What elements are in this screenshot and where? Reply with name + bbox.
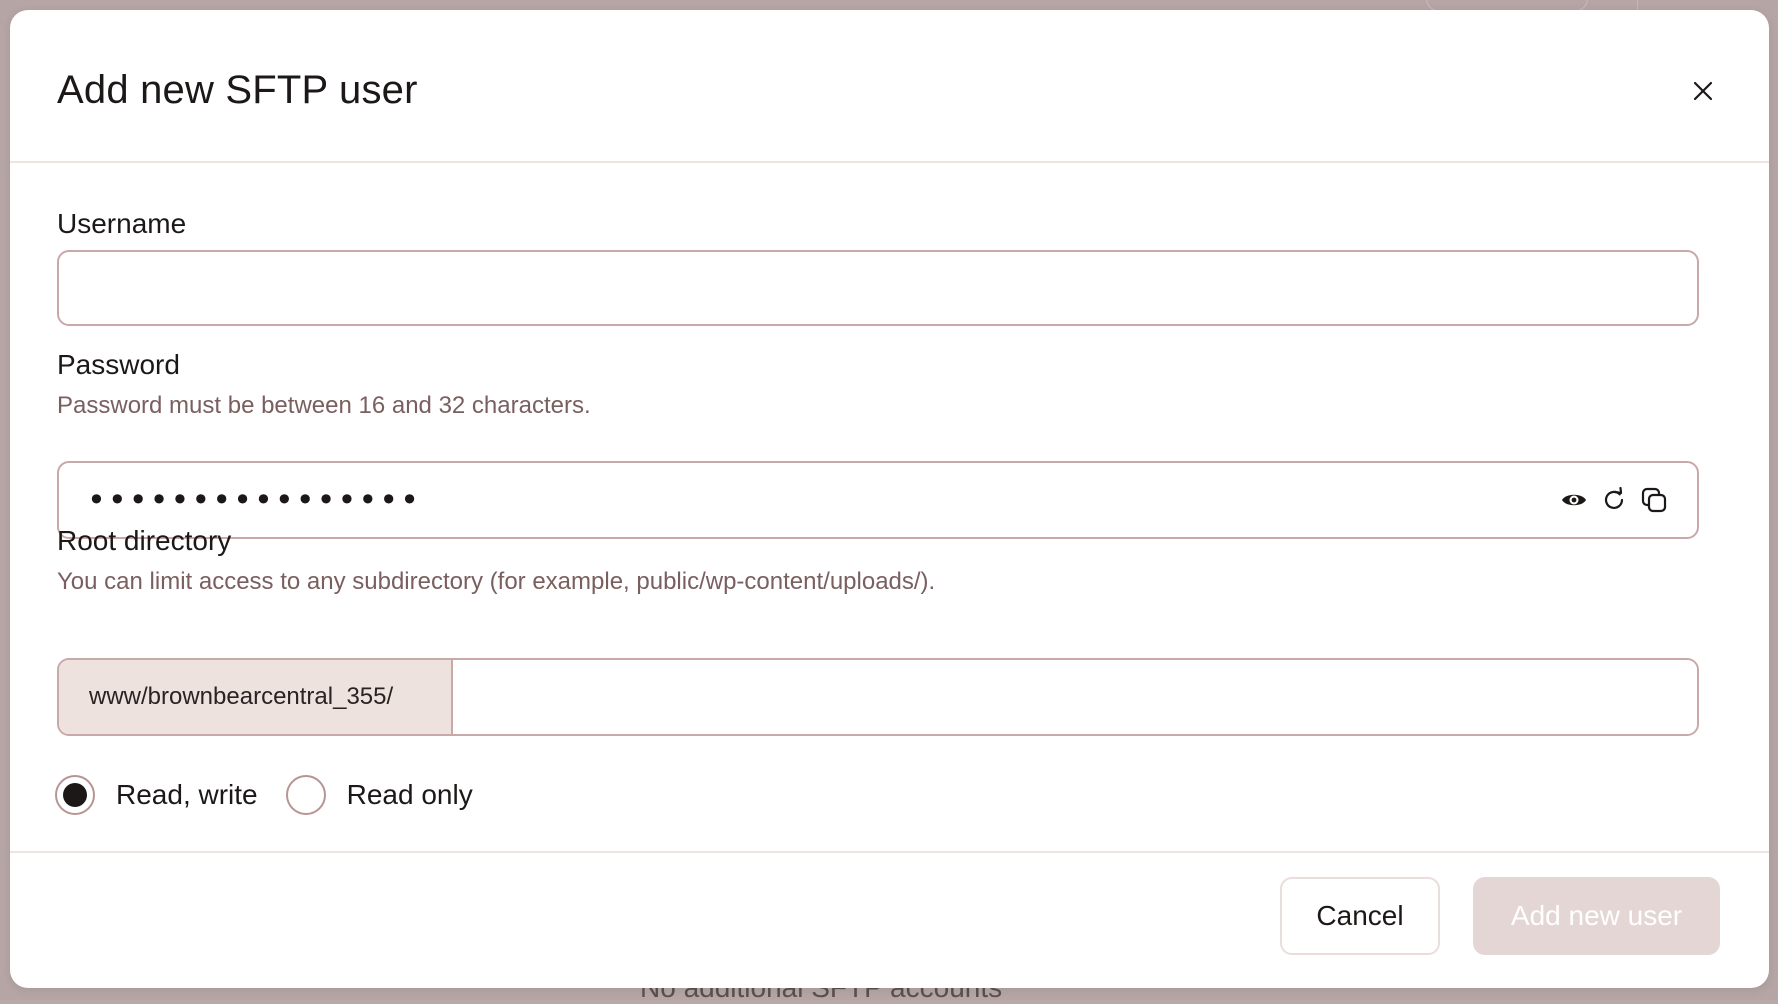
dialog-title: Add new SFTP user <box>57 68 418 112</box>
radio-selected-dot <box>63 783 87 807</box>
password-field[interactable]: •••••••••••••••• <box>57 461 1699 539</box>
copy-icon[interactable] <box>1637 483 1671 517</box>
close-icon <box>1693 81 1713 104</box>
radio-read-write-label[interactable]: Read, write <box>116 779 258 811</box>
close-button[interactable] <box>1687 76 1719 108</box>
root-directory-label: Root directory <box>57 525 232 556</box>
root-directory-field: www/brownbearcentral_355/ <box>57 658 1699 736</box>
add-sftp-user-dialog: Add new SFTP user Username Password Pass… <box>10 10 1769 988</box>
root-directory-prefix: www/brownbearcentral_355/ <box>59 660 453 734</box>
radio-read-only[interactable]: Read only <box>285 775 473 815</box>
dialog-body: Username Password Password must be betwe… <box>10 163 1769 853</box>
radio-read-only-button[interactable] <box>285 775 326 815</box>
username-input[interactable] <box>57 250 1699 326</box>
radio-read-write-button[interactable] <box>55 775 95 815</box>
root-directory-input[interactable] <box>453 660 1697 734</box>
password-help-text: Password must be between 16 and 32 chara… <box>57 392 591 419</box>
add-new-user-button[interactable]: Add new user <box>1473 877 1720 955</box>
dialog-header: Add new SFTP user <box>10 10 1769 163</box>
password-label: Password <box>57 349 180 380</box>
cancel-button[interactable]: Cancel <box>1280 877 1440 955</box>
root-directory-help-text: You can limit access to any subdirectory… <box>57 568 936 595</box>
permission-radio-group: Read, write Read only <box>55 775 501 815</box>
eye-icon[interactable] <box>1557 483 1591 517</box>
radio-read-write[interactable]: Read, write <box>55 775 258 815</box>
radio-read-only-label[interactable]: Read only <box>347 779 473 811</box>
username-label: Username <box>57 208 187 239</box>
refresh-icon[interactable] <box>1597 483 1631 517</box>
password-masked-value[interactable]: •••••••••••••••• <box>59 484 1557 516</box>
dialog-footer: Cancel Add new user <box>10 853 1769 988</box>
